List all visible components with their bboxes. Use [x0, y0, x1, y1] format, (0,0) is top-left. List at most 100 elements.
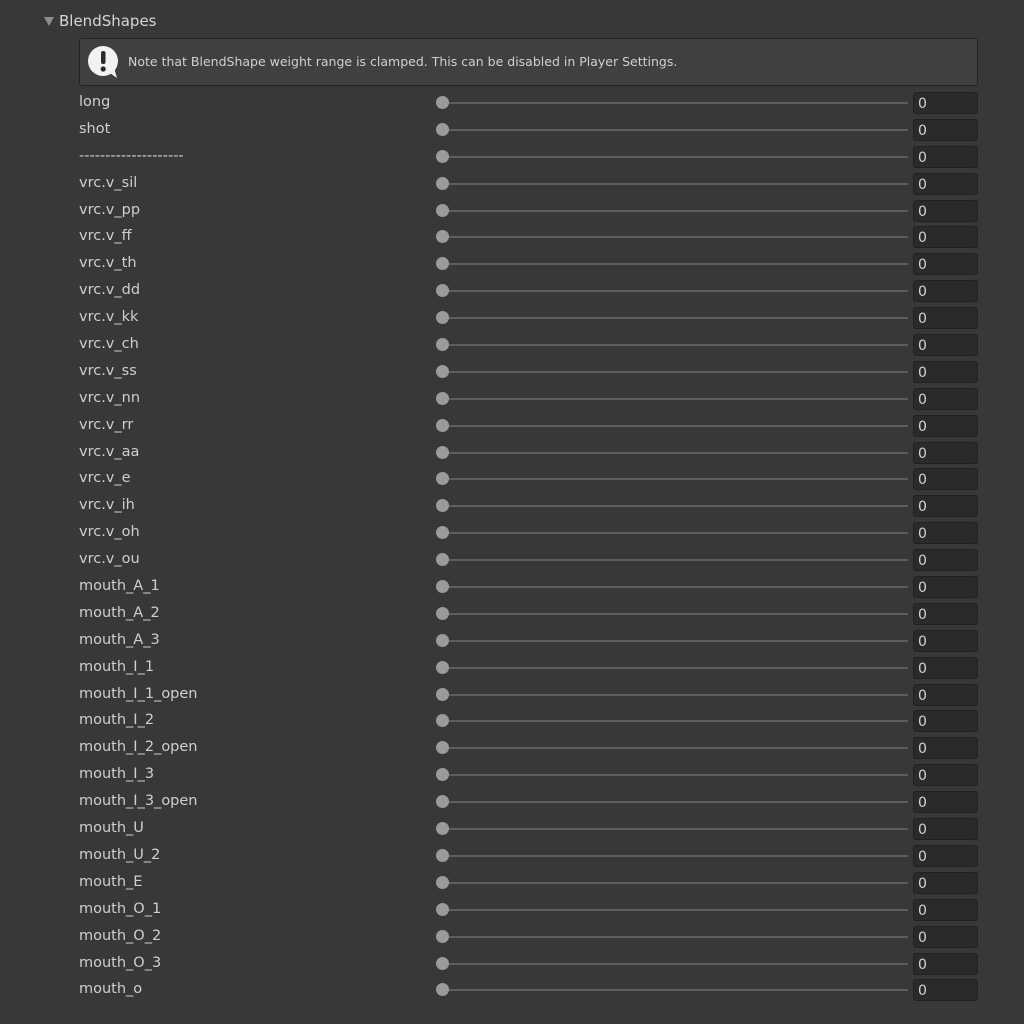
- blendshape-weight-slider[interactable]: [436, 821, 908, 837]
- blendshape-weight-slider[interactable]: [436, 283, 908, 299]
- slider-track[interactable]: [442, 774, 908, 777]
- blendshape-weight-slider[interactable]: [436, 203, 908, 219]
- blendshape-weight-slider[interactable]: [436, 391, 908, 407]
- blendshape-value-field[interactable]: [913, 145, 978, 168]
- slider-track[interactable]: [442, 881, 908, 884]
- slider-thumb[interactable]: [436, 956, 449, 970]
- blendshape-weight-slider[interactable]: [436, 713, 908, 729]
- slider-track[interactable]: [442, 854, 908, 857]
- slider-thumb[interactable]: [436, 741, 449, 755]
- slider-thumb[interactable]: [436, 257, 449, 271]
- slider-track[interactable]: [442, 935, 908, 938]
- slider-track[interactable]: [442, 559, 908, 562]
- blendshape-value-field[interactable]: [913, 226, 978, 249]
- blendshape-weight-slider[interactable]: [436, 956, 908, 972]
- slider-track[interactable]: [442, 720, 908, 723]
- blendshape-weight-slider[interactable]: [436, 606, 908, 622]
- slider-track[interactable]: [442, 209, 908, 212]
- slider-thumb[interactable]: [436, 687, 449, 701]
- slider-thumb[interactable]: [436, 311, 449, 325]
- slider-thumb[interactable]: [436, 472, 449, 486]
- slider-thumb[interactable]: [436, 553, 449, 567]
- blendshape-value-field[interactable]: [913, 898, 978, 921]
- slider-thumb[interactable]: [436, 660, 449, 674]
- blendshape-value-field[interactable]: [913, 92, 978, 114]
- slider-track[interactable]: [442, 639, 908, 642]
- blendshape-weight-slider[interactable]: [436, 256, 908, 272]
- blendshape-value-field[interactable]: [913, 441, 978, 464]
- blendshapes-foldout[interactable]: BlendShapes: [0, 10, 1024, 36]
- slider-thumb[interactable]: [436, 149, 449, 163]
- slider-thumb[interactable]: [436, 445, 449, 459]
- slider-track[interactable]: [442, 747, 908, 750]
- slider-thumb[interactable]: [436, 929, 449, 943]
- blendshape-weight-slider[interactable]: [436, 660, 908, 676]
- slider-track[interactable]: [442, 908, 908, 911]
- blendshape-weight-slider[interactable]: [436, 149, 908, 165]
- blendshape-weight-slider[interactable]: [436, 579, 908, 595]
- slider-thumb[interactable]: [436, 875, 449, 889]
- slider-thumb[interactable]: [436, 96, 449, 109]
- slider-track[interactable]: [442, 128, 908, 131]
- slider-thumb[interactable]: [436, 606, 449, 620]
- blendshape-weight-slider[interactable]: [436, 740, 908, 756]
- slider-thumb[interactable]: [436, 122, 449, 136]
- blendshape-weight-slider[interactable]: [436, 794, 908, 810]
- blendshape-weight-slider[interactable]: [436, 929, 908, 945]
- slider-track[interactable]: [442, 344, 908, 347]
- slider-thumb[interactable]: [436, 633, 449, 647]
- slider-thumb[interactable]: [436, 418, 449, 432]
- blendshape-value-field[interactable]: [913, 549, 978, 572]
- blendshape-value-field[interactable]: [913, 280, 978, 303]
- blendshape-value-field[interactable]: [913, 979, 978, 1002]
- blendshape-weight-slider[interactable]: [436, 337, 908, 353]
- blendshape-value-field[interactable]: [913, 199, 978, 222]
- slider-thumb[interactable]: [436, 580, 449, 594]
- slider-thumb[interactable]: [436, 848, 449, 862]
- blendshape-value-field[interactable]: [913, 387, 978, 410]
- blendshape-value-field[interactable]: [913, 871, 978, 894]
- slider-track[interactable]: [442, 451, 908, 454]
- slider-thumb[interactable]: [436, 230, 449, 244]
- blendshape-weight-slider[interactable]: [436, 848, 908, 864]
- slider-thumb[interactable]: [436, 284, 449, 298]
- slider-track[interactable]: [442, 989, 908, 992]
- foldout-arrow-icon[interactable]: [44, 17, 54, 26]
- blendshape-value-field[interactable]: [913, 952, 978, 975]
- blendshape-value-field[interactable]: [913, 818, 978, 841]
- blendshape-weight-slider[interactable]: [436, 498, 908, 514]
- slider-track[interactable]: [442, 102, 908, 104]
- slider-track[interactable]: [442, 666, 908, 669]
- blendshape-weight-slider[interactable]: [436, 445, 908, 461]
- blendshape-value-field[interactable]: [913, 737, 978, 760]
- blendshape-value-field[interactable]: [913, 414, 978, 437]
- blendshape-weight-slider[interactable]: [436, 310, 908, 326]
- blendshape-weight-slider[interactable]: [436, 902, 908, 918]
- slider-track[interactable]: [442, 801, 908, 804]
- slider-track[interactable]: [442, 290, 908, 293]
- slider-thumb[interactable]: [436, 526, 449, 540]
- slider-thumb[interactable]: [436, 391, 449, 405]
- slider-thumb[interactable]: [436, 499, 449, 513]
- slider-track[interactable]: [442, 693, 908, 696]
- slider-thumb[interactable]: [436, 338, 449, 352]
- blendshape-value-field[interactable]: [913, 602, 978, 625]
- blendshape-value-field[interactable]: [913, 791, 978, 814]
- slider-track[interactable]: [442, 236, 908, 239]
- blendshape-value-field[interactable]: [913, 307, 978, 330]
- blendshape-weight-slider[interactable]: [436, 687, 908, 703]
- blendshape-weight-slider[interactable]: [436, 229, 908, 245]
- slider-track[interactable]: [442, 962, 908, 965]
- slider-track[interactable]: [442, 370, 908, 373]
- blendshape-value-field[interactable]: [913, 118, 978, 141]
- blendshape-value-field[interactable]: [913, 253, 978, 276]
- blendshape-value-field[interactable]: [913, 522, 978, 545]
- blendshape-value-field[interactable]: [913, 683, 978, 706]
- slider-thumb[interactable]: [436, 203, 449, 217]
- blendshape-value-field[interactable]: [913, 925, 978, 948]
- slider-track[interactable]: [442, 263, 908, 266]
- blendshape-value-field[interactable]: [913, 629, 978, 652]
- blendshape-value-field[interactable]: [913, 710, 978, 733]
- slider-track[interactable]: [442, 612, 908, 615]
- slider-track[interactable]: [442, 317, 908, 320]
